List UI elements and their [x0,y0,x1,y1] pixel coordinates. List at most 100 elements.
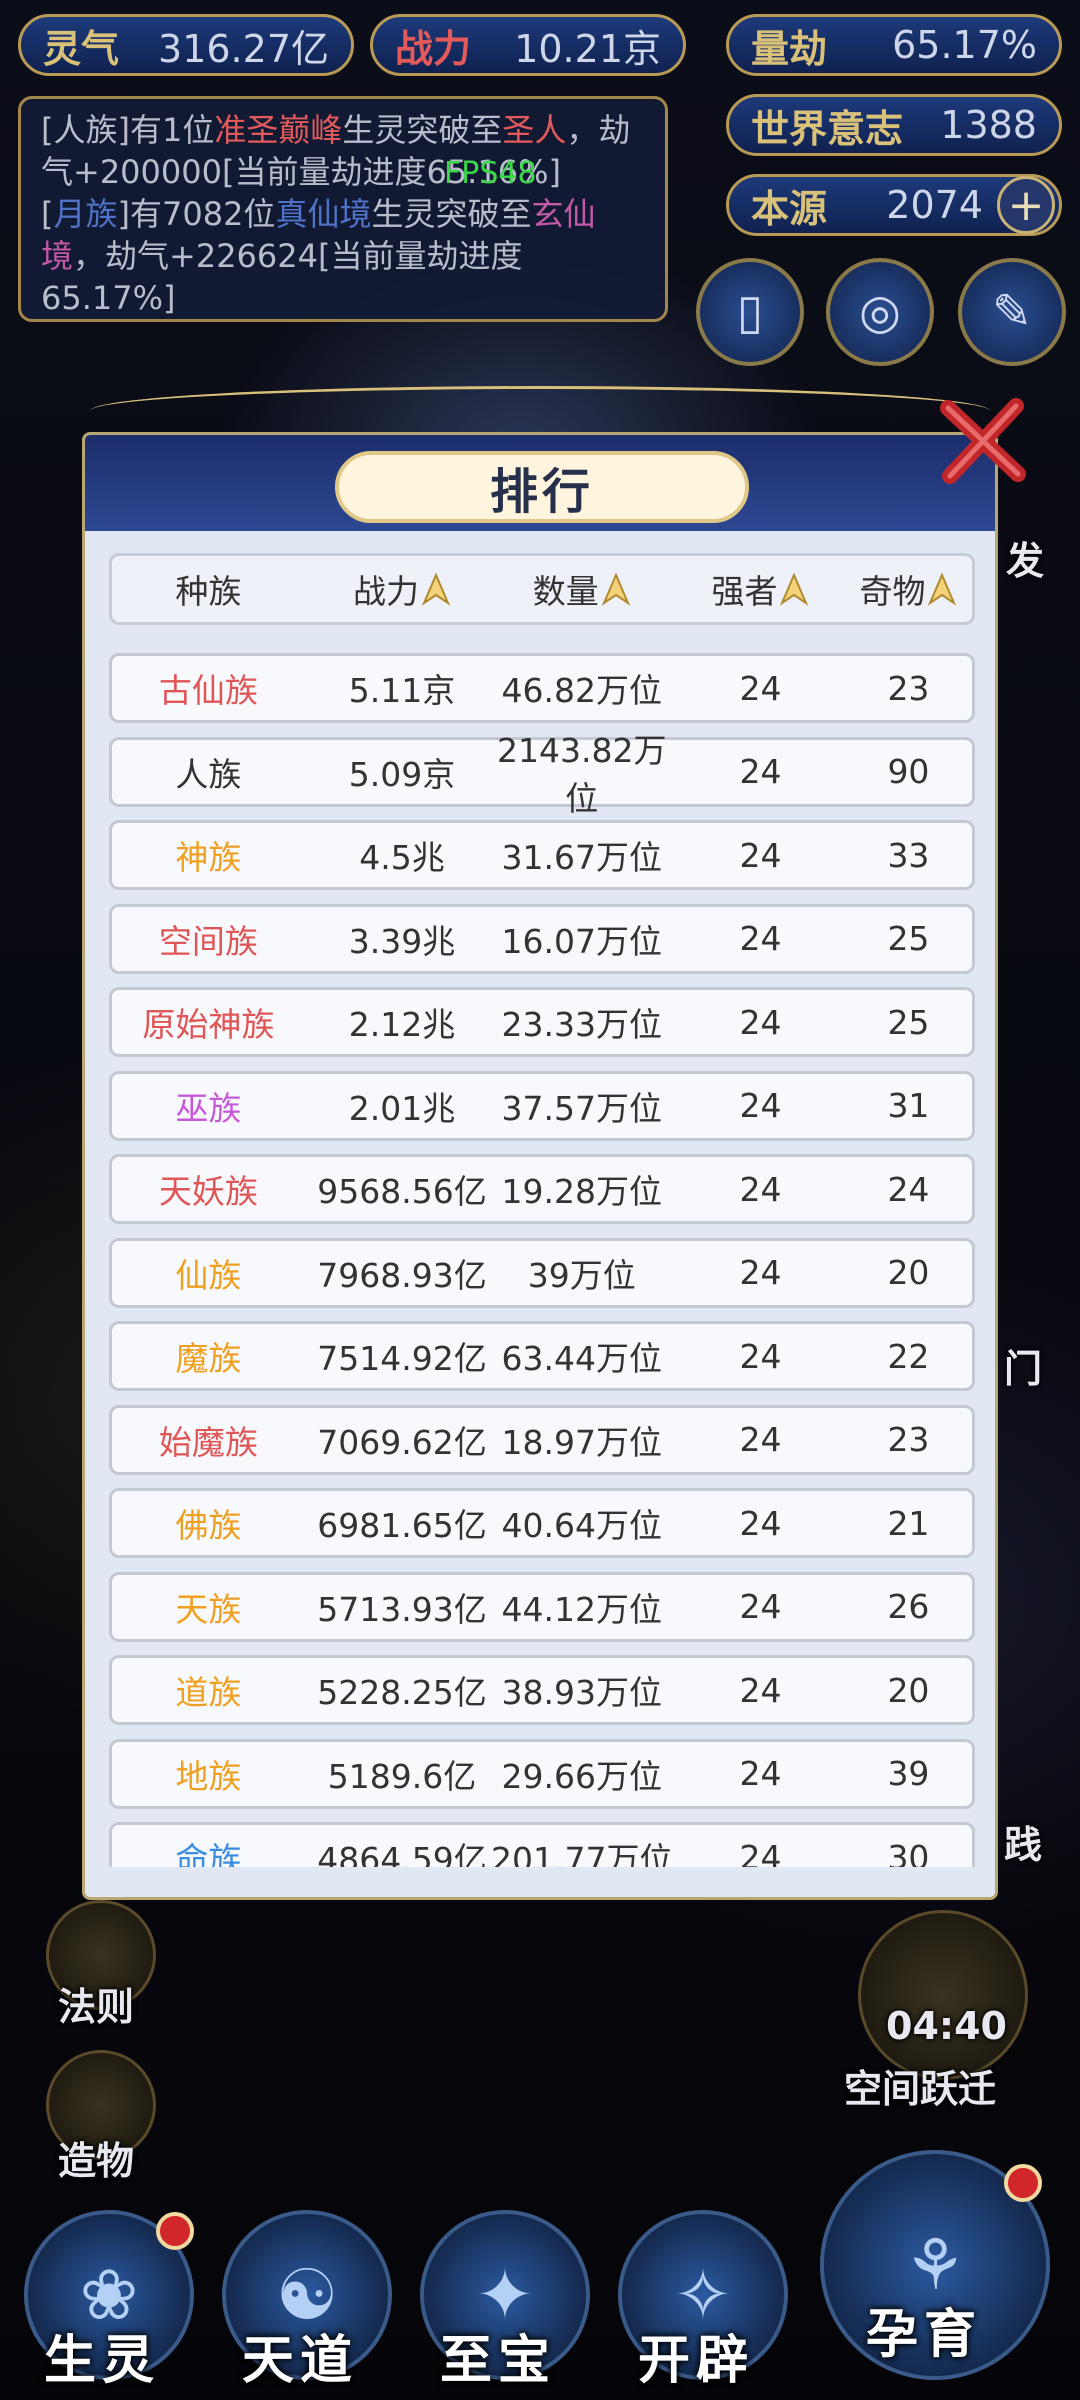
strong-cell: 24 [739,1754,782,1793]
table-row[interactable]: 仙族 7968.93亿 39万位 24 20 [109,1237,975,1308]
strong-cell: 24 [739,1169,782,1209]
table-row[interactable]: 古仙族 5.11京 46.82万位 24 23 [109,653,975,723]
table-row[interactable]: 道族 5228.25亿 38.93万位 24 20 [109,1655,975,1725]
fa-label: 发 [1006,539,1045,583]
log-race: 月族 [53,195,118,233]
race-cell: 道族 [175,1673,242,1712]
log-text: ]有7082位 [117,195,276,233]
race-cell: 神族 [175,838,242,877]
race-cell: 仙族 [175,1255,242,1295]
lianjie-stat: 量劫 65.17% [726,14,1062,76]
treasure-cell: 39 [887,1754,930,1793]
add-benyuan-button[interactable]: + [997,176,1055,234]
card-button[interactable]: ▯ [696,258,804,366]
table-row[interactable]: 巫族 2.01兆 37.57万位 24 31 [109,1070,975,1141]
race-cell: 人族 [175,754,242,794]
treasure-cell: 23 [887,668,930,708]
vortex-button[interactable]: ◎ [826,258,934,366]
zhibao-label: 至宝 [440,2331,557,2391]
space-jump-label: 空间跃迁 [844,2067,997,2111]
shijie-stat: 世界意志 1388 [726,94,1062,156]
treasure-cell: 25 [887,919,930,958]
benyuan-label: 本源 [751,186,828,231]
header-count-sort[interactable]: 数量 [487,565,676,613]
log-line-2: [月族]有7082位真仙境生灵突破至玄仙境，劫气+226624[当前量劫进度65… [41,193,645,319]
count-cell: 23.33万位 [501,1005,662,1044]
table-row[interactable]: 魔族 7514.92亿 63.44万位 24 22 [109,1321,975,1391]
header-power-sort[interactable]: 战力 [311,565,494,613]
strong-cell: 24 [739,1253,782,1292]
zaowu-label: 造物 [58,2139,135,2183]
power-cell: 5.09京 [348,754,456,794]
treasure-cell: 20 [887,1253,930,1292]
table-row[interactable]: 地族 5189.6亿 29.66万位 24 39 [109,1738,975,1809]
treasure-cell: 33 [887,835,930,875]
log-text: [ [41,195,54,233]
table-row[interactable]: 佛族 6981.65亿 40.64万位 24 21 [109,1488,975,1558]
space-jump-icon[interactable] [858,1910,1028,2080]
treasure-cell: 26 [887,1587,930,1626]
power-cell: 7514.92亿 [317,1339,487,1378]
power-cell: 3.39兆 [348,921,456,961]
power-cell: 6981.65亿 [317,1506,487,1545]
table-row[interactable]: 人族 5.09京 2143.82万位 24 90 [109,731,975,818]
treasure-cell: 23 [887,1420,930,1459]
log-text: 生灵突破至 [371,195,532,233]
header-treasure-sort[interactable]: 奇物 [845,565,972,613]
yunyu-label: 孕育 [866,2305,983,2365]
header-count-label: 数量 [532,572,599,611]
race-cell: 古仙族 [158,671,258,710]
strong-cell: 24 [739,1086,782,1125]
log-realm: 准圣巅峰 [214,111,343,149]
count-cell: 63.44万位 [501,1339,662,1378]
table-header: 种族 战力 数量 强者 奇物 [109,553,975,625]
treasure-cell: 31 [887,1086,930,1125]
shijie-label: 世界意志 [751,106,904,151]
table-row[interactable]: 神族 4.5兆 31.67万位 24 33 [109,820,975,890]
sort-arrow-icon [601,573,630,606]
power-cell: 7968.93亿 [317,1255,487,1295]
strong-cell: 24 [739,1420,782,1459]
race-cell: 始魔族 [158,1422,258,1462]
scroll-button[interactable]: ✎ [958,258,1066,366]
modal-top-ornament [90,386,990,436]
close-icon[interactable] [938,396,1028,486]
table-row[interactable]: 空间族 3.39兆 16.07万位 24 25 [109,903,975,974]
benyuan-value: 2074 [886,183,983,227]
shijie-value: 1388 [940,103,1037,147]
count-cell: 29.66万位 [501,1756,662,1796]
count-cell: 2143.82万位 [496,730,667,818]
ranking-list[interactable]: 古仙族 5.11京 46.82万位 24 23 人族 5.09京 2143.82万位 24 90 神… [109,653,975,1867]
lingqi-label: 灵气 [43,26,120,71]
log-text: 生灵突破至 [342,111,503,149]
strong-cell: 24 [739,668,782,708]
count-cell: 44.12万位 [501,1589,662,1629]
power-cell: 5189.6亿 [327,1756,477,1796]
table-row[interactable]: 天妖族 9568.56亿 19.28万位 24 24 [109,1154,975,1224]
race-cell: 原始神族 [142,1005,275,1044]
table-row[interactable]: 始魔族 7069.62亿 18.97万位 24 23 [109,1404,975,1475]
log-text: ，劫气+226624[当前量劫进度65.17%] [41,237,523,317]
zhanli-value: 10.21京 [514,26,661,71]
header-strong-sort[interactable]: 强者 [676,565,845,613]
power-cell: 5.11京 [348,671,456,710]
strong-cell: 24 [739,1837,782,1868]
header-treasure-label: 奇物 [859,572,926,611]
strong-cell: 24 [739,752,782,791]
table-row[interactable]: 原始神族 2.12兆 23.33万位 24 25 [109,987,975,1057]
count-cell: 31.67万位 [501,838,662,877]
race-cell: 命族 [175,1840,242,1867]
table-row[interactable]: 命族 4864.59亿 201.77万位 24 30 [109,1822,975,1867]
race-cell: 巫族 [175,1088,242,1128]
sort-arrow-icon [421,573,451,606]
power-cell: 9568.56亿 [317,1172,487,1211]
strong-cell: 24 [739,1002,782,1042]
strong-cell: 24 [739,1503,782,1543]
race-cell: 天妖族 [158,1172,258,1211]
count-cell: 16.07万位 [501,921,662,961]
lingqi-value: 316.27亿 [158,26,329,71]
table-row[interactable]: 天族 5713.93亿 44.12万位 24 26 [109,1571,975,1642]
ranking-modal: 排行 种族 战力 数量 强者 奇物 古仙族 5.11京 46.82万位 24 23 人族 5… [82,432,998,1900]
strong-cell: 24 [739,919,782,958]
count-cell: 40.64万位 [501,1506,662,1545]
